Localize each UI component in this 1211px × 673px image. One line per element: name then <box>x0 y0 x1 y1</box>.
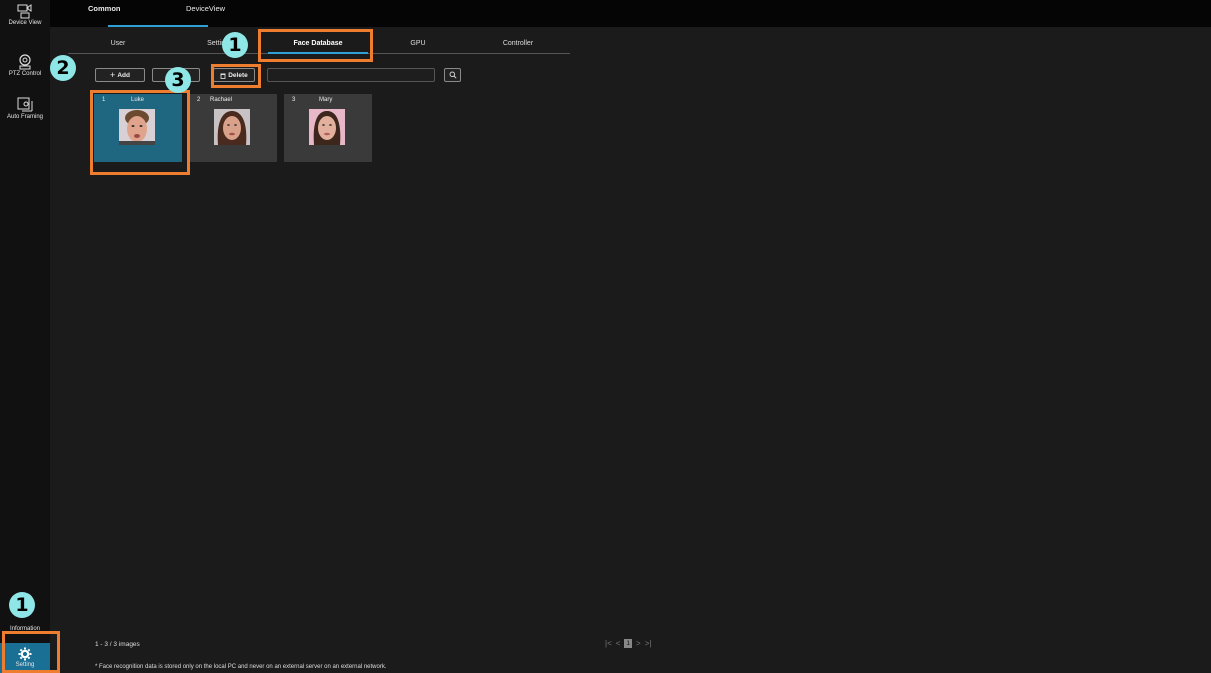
sidebar-item-label: Device View <box>8 20 42 26</box>
auto-framing-icon <box>17 97 33 112</box>
face-name: Mary <box>319 97 333 103</box>
sidebar-item-auto-framing[interactable]: Auto Framing <box>0 97 50 120</box>
search-button[interactable] <box>444 68 461 82</box>
step-badge-1-tab: 1 <box>222 32 248 58</box>
sidebar-item-device-view[interactable]: Device View <box>0 3 50 26</box>
face-thumbnail <box>119 109 155 145</box>
first-page-icon[interactable]: |< <box>605 639 612 648</box>
privacy-note: * Face recognition data is stored only o… <box>95 664 387 670</box>
top-tab-bar: Common DeviceView <box>50 0 1211 27</box>
current-page[interactable]: 1 <box>624 638 633 648</box>
face-thumbnail <box>214 109 250 145</box>
delete-button-label: Delete <box>228 71 248 79</box>
device-view-icon <box>17 4 32 19</box>
active-sub-tab-indicator <box>268 52 368 54</box>
settings-sub-tabs: User Setting Face Database GPU Controlle… <box>68 36 570 54</box>
sidebar: Device View PTZ Control Auto Framing ? I… <box>0 0 50 673</box>
active-tab-indicator <box>108 25 208 27</box>
face-card-luke[interactable]: 1 Luke <box>94 94 182 162</box>
tab-gpu[interactable]: GPU <box>368 40 468 47</box>
face-index: 1 <box>102 97 106 103</box>
last-page-icon[interactable]: >| <box>645 639 652 648</box>
add-button[interactable]: + Add <box>95 68 145 82</box>
step-badge-1-setting: 1 <box>9 592 35 618</box>
next-page-icon[interactable]: > <box>636 639 641 648</box>
gear-icon <box>18 647 32 661</box>
face-card-mary[interactable]: 3 Mary <box>284 94 372 162</box>
ptz-camera-icon <box>19 54 31 70</box>
sidebar-item-label: Auto Framing <box>6 114 43 120</box>
tab-setting[interactable]: Setting <box>168 40 268 47</box>
face-thumbnail <box>309 109 345 145</box>
face-name: Rachael <box>210 97 233 103</box>
face-index: 2 <box>197 97 201 103</box>
sidebar-item-label: PTZ Control <box>8 71 42 77</box>
sidebar-item-ptz-control[interactable]: PTZ Control <box>0 54 50 77</box>
face-index: 3 <box>292 97 296 103</box>
search-input[interactable] <box>267 68 435 82</box>
sidebar-item-label: Setting <box>15 662 35 668</box>
tab-controller[interactable]: Controller <box>468 40 568 47</box>
trash-icon <box>220 73 226 79</box>
search-icon <box>449 71 457 79</box>
previous-page-icon[interactable]: < <box>616 639 621 648</box>
add-button-label: Add <box>117 71 130 79</box>
step-badge-3: 3 <box>165 67 191 93</box>
delete-button[interactable]: Delete <box>213 68 255 82</box>
sidebar-item-label: Information <box>9 626 40 632</box>
face-name: Luke <box>131 97 145 103</box>
tab-user[interactable]: User <box>68 40 168 47</box>
tab-deviceview[interactable]: DeviceView <box>186 4 225 13</box>
step-badge-2: 2 <box>50 55 76 81</box>
sidebar-item-setting[interactable]: Setting <box>0 643 50 673</box>
pagination: |< < 1 > >| <box>605 637 651 649</box>
tab-common[interactable]: Common <box>88 4 121 13</box>
tab-face-database[interactable]: Face Database <box>268 40 368 47</box>
plus-icon: + <box>110 70 116 80</box>
image-count: 1 - 3 / 3 images <box>95 641 140 648</box>
face-card-rachael[interactable]: 2 Rachael <box>189 94 277 162</box>
